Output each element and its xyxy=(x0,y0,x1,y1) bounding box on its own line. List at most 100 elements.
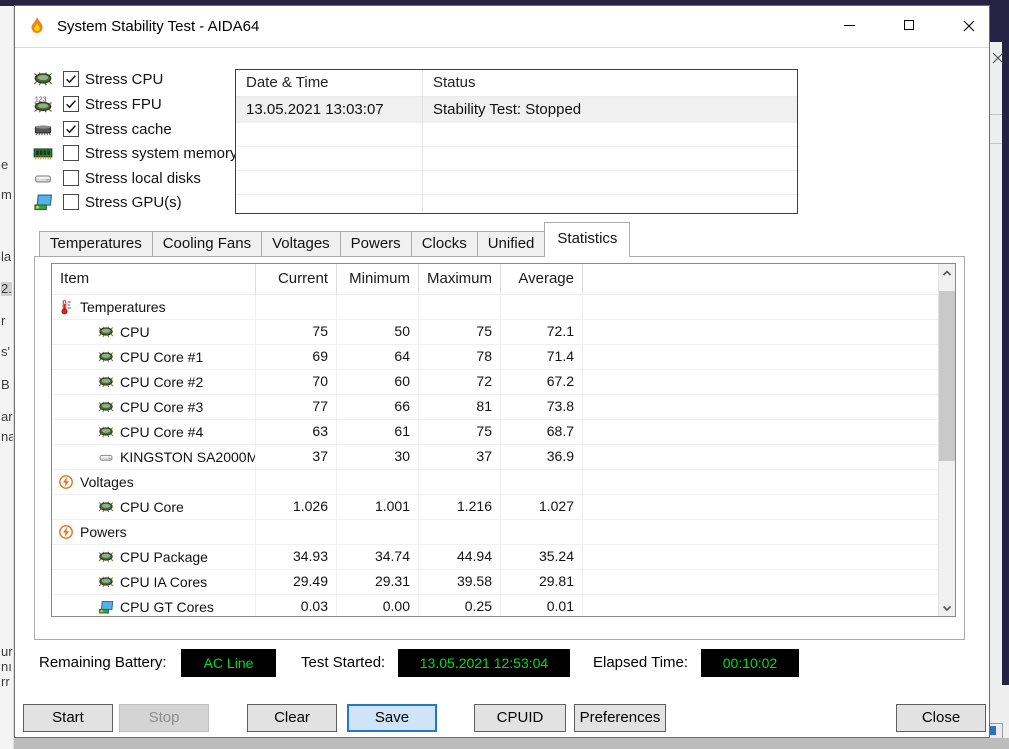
stats-value-cell: 63 xyxy=(255,420,336,444)
tab-unified[interactable]: Unified xyxy=(476,231,546,257)
stats-value-cell: 75 xyxy=(418,320,500,344)
stats-item-label: CPU Package xyxy=(120,549,208,565)
stats-value-cell xyxy=(255,520,336,544)
cpu-chip-icon xyxy=(98,499,114,515)
tab-temperatures[interactable]: Temperatures xyxy=(39,231,153,257)
column-header-item[interactable]: Item xyxy=(52,264,255,294)
stats-value-cell: 50 xyxy=(336,320,418,344)
thermometer-icon xyxy=(58,299,74,315)
stress-option-row: Stress local disks xyxy=(31,167,201,189)
stats-row-cpu-package[interactable]: CPU Package 34.93 34.74 44.94 35.24 xyxy=(52,545,938,570)
background-window-right-edge xyxy=(1002,42,1009,685)
minimize-icon xyxy=(843,24,855,26)
stats-item-cell: CPU Core #1 xyxy=(52,345,255,369)
stats-row-temperatures[interactable]: Temperatures xyxy=(52,295,938,320)
stats-value-cell xyxy=(336,520,418,544)
column-header-average[interactable]: Average xyxy=(500,264,582,294)
stats-row-powers[interactable]: Powers xyxy=(52,520,938,545)
stress-cache-checkbox[interactable] xyxy=(63,121,79,137)
column-header-current[interactable]: Current xyxy=(255,264,336,294)
cpu-chip-icon xyxy=(98,424,114,440)
tab-statistics[interactable]: Statistics xyxy=(544,222,631,257)
stats-value-cell: 71.4 xyxy=(500,345,582,369)
stress-gpu-s-checkbox[interactable] xyxy=(63,194,79,210)
log-header-status[interactable]: Status xyxy=(422,70,797,96)
stats-row-cpu-core[interactable]: CPU Core 1.026 1.001 1.216 1.027 xyxy=(52,495,938,520)
stress-cpu-checkbox[interactable] xyxy=(63,71,79,87)
maximize-button[interactable] xyxy=(886,6,932,44)
stats-value-cell: 66 xyxy=(336,395,418,419)
stop-button[interactable]: Stop xyxy=(119,704,209,732)
stats-value-cell: 29.49 xyxy=(255,570,336,594)
stats-filler-cell xyxy=(582,545,938,569)
stats-value-cell: 1.216 xyxy=(418,495,500,519)
stats-value-cell: 37 xyxy=(255,445,336,469)
stress-option-label: Stress GPU(s) xyxy=(85,193,182,211)
background-text-fragment: 2. xyxy=(1,281,12,296)
cpu-chip-icon xyxy=(98,399,114,415)
tab-voltages[interactable]: Voltages xyxy=(261,231,341,257)
stats-filler-cell xyxy=(582,595,938,616)
stats-value-cell xyxy=(255,470,336,494)
log-empty-row xyxy=(236,123,797,147)
stats-filler-cell xyxy=(582,445,938,469)
stats-row-cpu[interactable]: CPU 75 50 75 72.1 xyxy=(52,320,938,345)
stats-row-voltages[interactable]: Voltages xyxy=(52,470,938,495)
scrollbar[interactable] xyxy=(938,264,955,616)
stats-value-cell: 30 xyxy=(336,445,418,469)
titlebar: System Stability Test - AIDA64 xyxy=(15,6,989,48)
stats-row-kingston-sa2000m[interactable]: KINGSTON SA2000M... 37 30 37 36.9 xyxy=(52,445,938,470)
stats-value-cell: 1.026 xyxy=(255,495,336,519)
background-text-fragment: e xyxy=(1,157,9,172)
save-button[interactable]: Save xyxy=(347,704,437,732)
stats-value-cell: 0.01 xyxy=(500,595,582,616)
background-close-icon xyxy=(992,51,1004,64)
close-window-button[interactable] xyxy=(946,6,992,44)
stress-fpu-checkbox[interactable] xyxy=(63,96,79,112)
log-header-date-time[interactable]: Date & Time xyxy=(236,70,422,96)
power-icon xyxy=(58,474,74,490)
disk-icon xyxy=(98,449,114,465)
scroll-down-button[interactable] xyxy=(939,599,955,616)
tab-cooling-fans[interactable]: Cooling Fans xyxy=(151,231,263,257)
column-header-maximum[interactable]: Maximum xyxy=(418,264,500,294)
stats-value-cell: 29.31 xyxy=(336,570,418,594)
preferences-button[interactable]: Preferences xyxy=(574,704,666,732)
log-row-selected[interactable]: 13.05.2021 13:03:07 Stability Test: Stop… xyxy=(236,97,797,123)
cpuid-button[interactable]: CPUID xyxy=(474,704,566,732)
stats-row-cpu-core-4[interactable]: CPU Core #4 63 61 75 68.7 xyxy=(52,420,938,445)
background-text-fragment: ur xyxy=(1,644,13,659)
minimize-button[interactable] xyxy=(826,6,872,44)
stats-row-cpu-gt-cores[interactable]: CPU GT Cores 0.03 0.00 0.25 0.01 xyxy=(52,595,938,616)
start-button[interactable]: Start xyxy=(23,704,113,732)
scrollbar-thumb[interactable] xyxy=(939,291,955,461)
stress-option-row: Stress system memory xyxy=(31,142,238,164)
stats-row-cpu-core-1[interactable]: CPU Core #1 69 64 78 71.4 xyxy=(52,345,938,370)
stress-system-memory-checkbox[interactable] xyxy=(63,145,79,161)
close-button[interactable]: Close xyxy=(896,704,986,732)
clear-button[interactable]: Clear xyxy=(247,704,337,732)
stats-filler-cell xyxy=(582,570,938,594)
tab-powers[interactable]: Powers xyxy=(339,231,412,257)
stress-local-disks-checkbox[interactable] xyxy=(63,170,79,186)
tab-bar: Temperatures Cooling Fans Voltages Powers Cl… xyxy=(39,222,631,257)
stats-row-cpu-core-3[interactable]: CPU Core #3 77 66 81 73.8 xyxy=(52,395,938,420)
stats-row-cpu-core-2[interactable]: CPU Core #2 70 60 72 67.2 xyxy=(52,370,938,395)
tab-clocks[interactable]: Clocks xyxy=(410,231,478,257)
background-text-fragment: s' xyxy=(1,344,10,359)
stats-value-cell: 0.25 xyxy=(418,595,500,616)
scroll-up-button[interactable] xyxy=(939,264,955,281)
stress-option-row: Stress CPU xyxy=(31,68,163,90)
stability-test-window: System Stability Test - AIDA64 Stress CP… xyxy=(14,5,990,738)
stats-filler-cell xyxy=(582,295,938,319)
stats-value-cell xyxy=(336,295,418,319)
cpu-chip-icon xyxy=(31,69,55,89)
disk-icon xyxy=(31,168,55,188)
stats-row-cpu-ia-cores[interactable]: CPU IA Cores 29.49 29.31 39.58 29.81 xyxy=(52,570,938,595)
stats-value-cell: 1.001 xyxy=(336,495,418,519)
stress-option-row: Stress cache xyxy=(31,118,172,140)
stats-value-cell: 34.74 xyxy=(336,545,418,569)
column-header-minimum[interactable]: Minimum xyxy=(336,264,418,294)
stats-value-cell: 0.00 xyxy=(336,595,418,616)
stats-value-cell: 35.24 xyxy=(500,545,582,569)
